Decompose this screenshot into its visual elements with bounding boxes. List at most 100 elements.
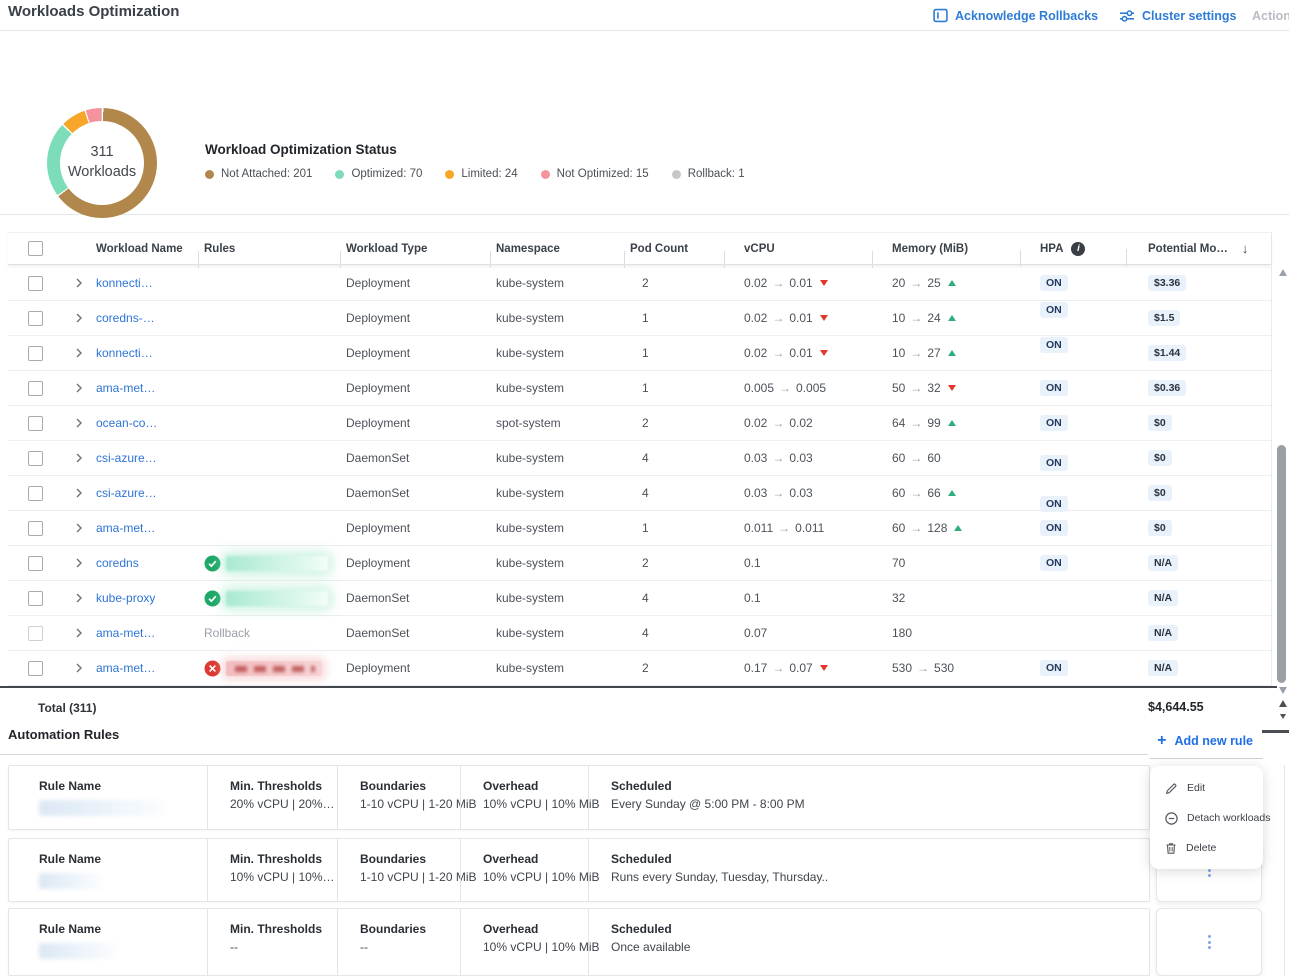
expand-chevron-icon[interactable] [74, 383, 84, 393]
workload-name-link[interactable]: konnecti… [96, 346, 153, 360]
menu-item-delete[interactable]: Delete [1150, 833, 1263, 863]
legend-dot-icon [541, 170, 550, 179]
row-checkbox[interactable] [28, 276, 43, 291]
scroll-up-icon[interactable] [1279, 269, 1287, 276]
row-checkbox[interactable] [28, 591, 43, 606]
potential-savings-badge: $1.5 [1148, 310, 1180, 327]
pod-count-cell: 2 [624, 661, 724, 675]
add-new-rule-button[interactable]: + Add new rule [1157, 733, 1253, 749]
col-namespace[interactable]: Namespace [490, 243, 624, 255]
redacted-rule-name[interactable] [39, 800, 167, 816]
workload-name-link[interactable]: coredns-… [96, 311, 155, 325]
col-hpa[interactable]: HPA i [1020, 242, 1126, 256]
total-potential-value: $4,644.55 [1148, 700, 1204, 714]
expand-chevron-icon[interactable] [74, 313, 84, 323]
workload-type-cell: DaemonSet [340, 591, 490, 605]
memory-cell: 64→99 [872, 416, 1020, 430]
rules-scrollbar-track[interactable] [1284, 765, 1285, 976]
scheduled-label: Scheduled [611, 779, 1149, 793]
scroll-up-dark-icon[interactable] [1279, 700, 1287, 707]
cluster-settings-button[interactable]: Cluster settings [1119, 0, 1236, 31]
pod-count-cell: 4 [624, 451, 724, 465]
row-checkbox[interactable] [28, 416, 43, 431]
workload-name-link[interactable]: coredns [96, 556, 139, 570]
metric-current: 0.07 [744, 626, 767, 640]
redacted-rule-name[interactable] [39, 943, 117, 959]
vcpu-cell: 0.02→0.01 [724, 311, 872, 325]
thresholds-label: Min. Thresholds [230, 922, 337, 936]
hpa-on-badge: ON [1040, 415, 1068, 432]
workload-name-link[interactable]: kube-proxy [96, 591, 155, 605]
row-expand-cell [56, 348, 90, 358]
expand-chevron-icon[interactable] [74, 663, 84, 673]
scroll-down-icon[interactable] [1279, 687, 1287, 694]
scroll-down-dark-icon[interactable] [1280, 714, 1286, 719]
select-all-checkbox[interactable] [28, 241, 43, 256]
workload-name-link[interactable]: csi-azure… [96, 486, 157, 500]
metric-current: 60 [892, 521, 905, 535]
table-scrollbar-thumb[interactable] [1277, 445, 1286, 683]
expand-chevron-icon[interactable] [74, 278, 84, 288]
row-expand-cell [56, 278, 90, 288]
col-potential-monthly[interactable]: Potential Mo… ↓ [1126, 241, 1271, 256]
col-pod-count[interactable]: Pod Count [624, 243, 724, 255]
expand-chevron-icon[interactable] [74, 523, 84, 533]
redacted-rule-name[interactable] [226, 556, 328, 571]
row-checkbox[interactable] [28, 451, 43, 466]
rule-kebab-menu-icon[interactable] [1204, 931, 1215, 953]
row-checkbox[interactable] [28, 311, 43, 326]
row-checkbox[interactable] [28, 626, 43, 641]
trend-down-icon [820, 350, 828, 356]
workload-name-link[interactable]: ocean-co… [96, 416, 157, 430]
row-checkbox[interactable] [28, 486, 43, 501]
acknowledge-rollbacks-button[interactable]: Acknowledge Rollbacks [933, 0, 1098, 31]
redacted-rule-name[interactable] [39, 873, 103, 889]
menu-item-detach-workloads[interactable]: Detach workloads [1150, 803, 1263, 833]
workload-name-link[interactable]: ama-met… [96, 381, 155, 395]
expand-chevron-icon[interactable] [74, 558, 84, 568]
metric-current: 0.1 [744, 591, 761, 605]
row-expand-cell [56, 628, 90, 638]
workload-name-link[interactable]: ama-met… [96, 626, 155, 640]
expand-chevron-icon[interactable] [74, 453, 84, 463]
row-checkbox[interactable] [28, 346, 43, 361]
potential-cell: $0 [1126, 450, 1271, 467]
expand-chevron-icon[interactable] [74, 593, 84, 603]
row-checkbox[interactable] [28, 381, 43, 396]
col-memory[interactable]: Memory (MiB) [872, 243, 1020, 255]
actions-button[interactable]: Actions [1252, 0, 1289, 31]
col-rules[interactable]: Rules [198, 243, 340, 255]
sort-desc-icon[interactable]: ↓ [1242, 241, 1249, 256]
expand-chevron-icon[interactable] [74, 348, 84, 358]
workload-name-link[interactable]: ama-met… [96, 661, 155, 675]
scheduled-label: Scheduled [611, 852, 1149, 866]
menu-item-edit[interactable]: Edit [1150, 773, 1263, 803]
workload-name-link[interactable]: csi-azure… [96, 451, 157, 465]
row-checkbox[interactable] [28, 661, 43, 676]
col-vcpu[interactable]: vCPU [724, 243, 872, 255]
col-workload-type[interactable]: Workload Type [340, 243, 490, 255]
boundaries-value: -- [360, 940, 460, 954]
expand-chevron-icon[interactable] [74, 488, 84, 498]
potential-cell: $0 [1126, 415, 1271, 432]
arrow-right-icon: → [772, 486, 784, 500]
metric-recommended: 60 [927, 451, 940, 465]
expand-chevron-icon[interactable] [74, 628, 84, 638]
workload-name-link[interactable]: ama-met… [96, 521, 155, 535]
workload-type-cell: Deployment [340, 416, 490, 430]
col-workload-name[interactable]: Workload Name [90, 243, 198, 255]
row-checkbox[interactable] [28, 556, 43, 571]
workload-name-link[interactable]: konnecti… [96, 276, 153, 290]
redacted-rule-name[interactable] [226, 661, 322, 676]
scrollbar-dash[interactable] [1262, 730, 1289, 733]
hpa-info-icon[interactable]: i [1071, 242, 1085, 256]
redacted-rule-name[interactable] [226, 591, 328, 606]
row-checkbox[interactable] [28, 521, 43, 536]
table-right-divider [1271, 232, 1272, 686]
expand-chevron-icon[interactable] [74, 418, 84, 428]
boundaries-label: Boundaries [360, 922, 460, 936]
arrow-right-icon: → [772, 451, 784, 465]
potential-cell: $0 [1126, 485, 1271, 502]
table-row: ama-met…Deploymentkube-system10.011→0.01… [8, 511, 1271, 546]
metric-current: 0.02 [744, 276, 767, 290]
